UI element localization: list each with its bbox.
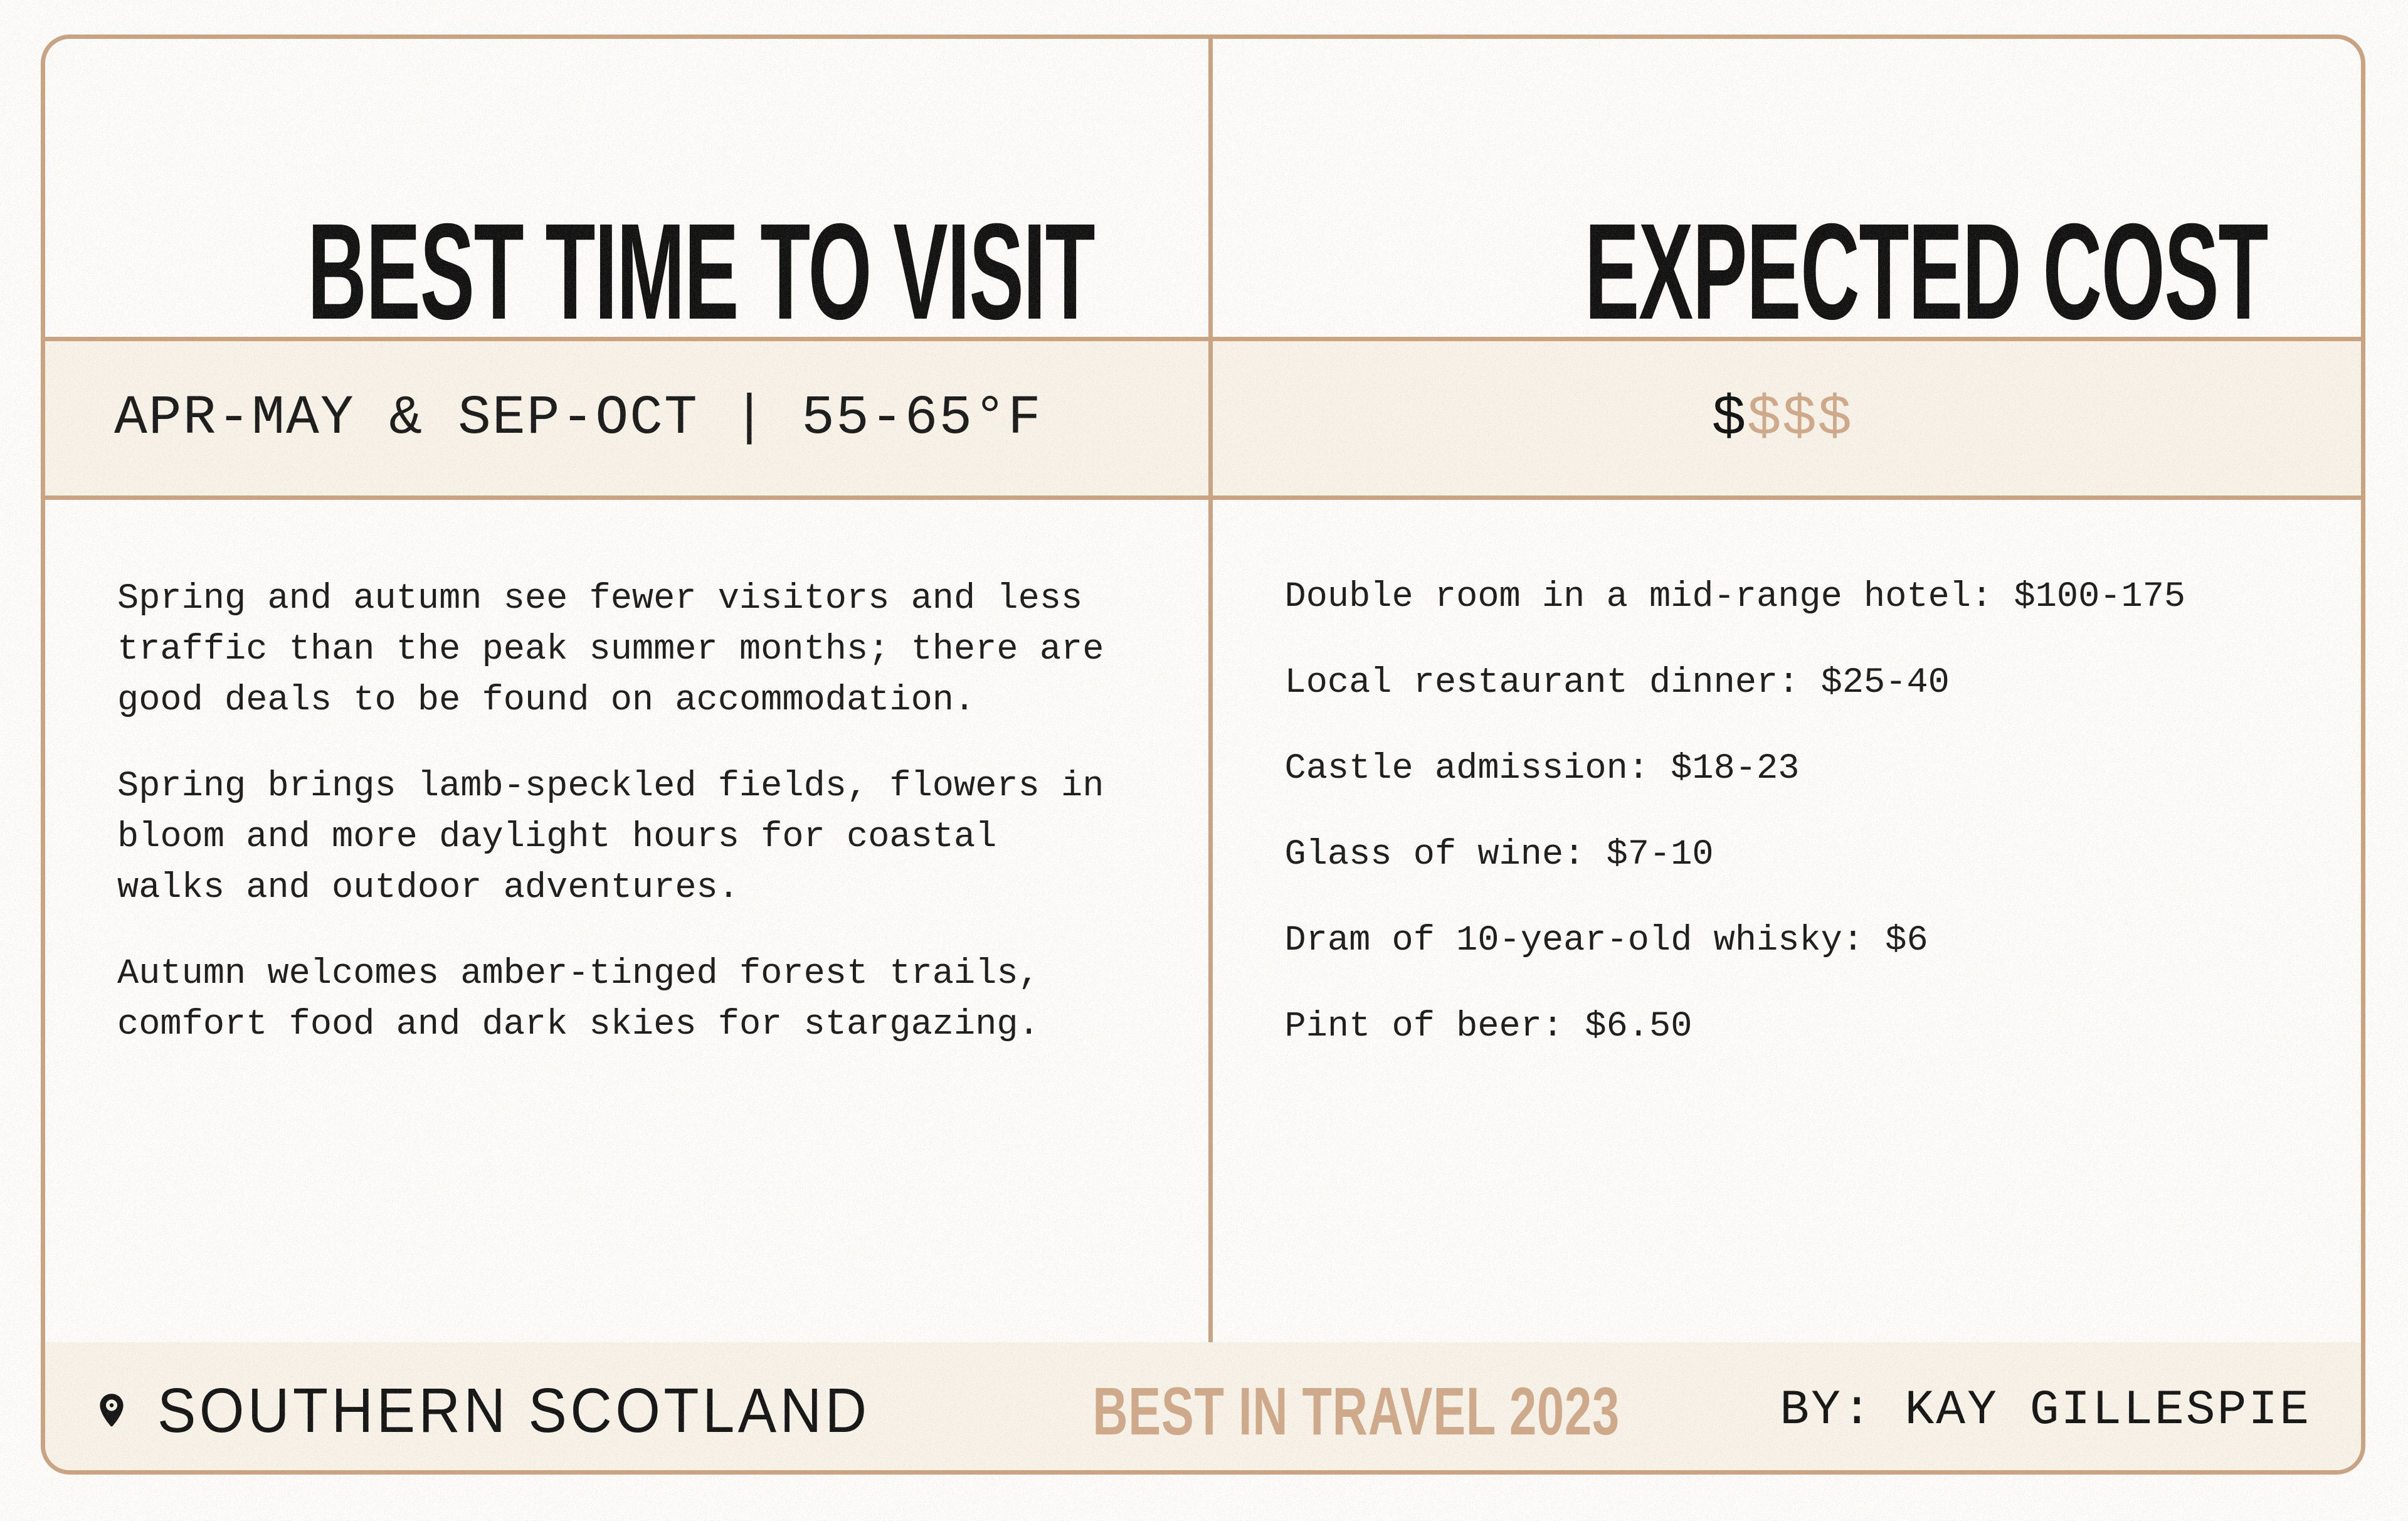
best-time-paragraph: Autumn welcomes amber-tinged forest trai… bbox=[117, 953, 1040, 1045]
cost-list-item: Dram of 10-year-old whisky: $6 bbox=[1284, 921, 1928, 962]
info-card: BEST TIME TO VISIT EXPECTED COST APR-MAY… bbox=[41, 34, 2365, 1475]
infographic-page: BEST TIME TO VISIT EXPECTED COST APR-MAY… bbox=[0, 0, 2408, 1521]
band-cell-left: APR-MAY & SEP-OCT | 55-65°F bbox=[45, 341, 1203, 496]
header-row: BEST TIME TO VISIT EXPECTED COST bbox=[45, 39, 2361, 348]
footer-bar: SOUTHERN SCOTLAND BEST IN TRAVEL 2023 BY… bbox=[45, 1347, 2361, 1470]
location-pin-icon bbox=[100, 1394, 124, 1427]
cost-level-empty: $$$ bbox=[1746, 385, 1853, 452]
footer-location-label: SOUTHERN SCOTLAND bbox=[157, 1375, 870, 1446]
footer-byline-label: BY: KAY GILLESPIE bbox=[1780, 1383, 2311, 1438]
best-time-paragraph: Spring and autumn see fewer visitors and… bbox=[117, 579, 1104, 721]
header-cell-left: BEST TIME TO VISIT bbox=[45, 39, 1357, 348]
right-column-heading: EXPECTED COST bbox=[1584, 195, 2268, 348]
left-column-heading: BEST TIME TO VISIT bbox=[307, 195, 1095, 348]
best-time-paragraph: Spring brings lamb-speckled fields, flow… bbox=[117, 766, 1104, 908]
cost-list-item: Pint of beer: $6.50 bbox=[1284, 1007, 1692, 1047]
cost-level-indicator: $$$$ bbox=[1711, 386, 1852, 452]
cost-list-item: Double room in a mid-range hotel: $100-1… bbox=[1284, 577, 2186, 617]
header-cell-right: EXPECTED COST bbox=[1357, 39, 2361, 348]
footer-byline-group: BY: KAY GILLESPIE bbox=[1780, 1383, 2361, 1438]
subtitle-band: APR-MAY & SEP-OCT | 55-65°F $$$$ bbox=[45, 341, 2361, 496]
body-cell-left: Spring and autumn see fewer visitors and… bbox=[45, 500, 1203, 1342]
footer-location-group: SOUTHERN SCOTLAND bbox=[45, 1375, 932, 1447]
body-row: Spring and autumn see fewer visitors and… bbox=[45, 500, 2361, 1342]
footer-brand-group: BEST IN TRAVEL 2023 bbox=[932, 1372, 1780, 1450]
cost-list-item: Glass of wine: $7-10 bbox=[1284, 835, 1714, 876]
brand-logo-text: BEST IN TRAVEL 2023 bbox=[1092, 1372, 1620, 1449]
rule-below-band bbox=[45, 496, 2361, 500]
body-cell-right: Double room in a mid-range hotel: $100-1… bbox=[1203, 500, 2362, 1342]
column-divider bbox=[1208, 39, 1213, 1342]
cost-level-filled: $ bbox=[1711, 385, 1747, 452]
cost-list-item: Castle admission: $18-23 bbox=[1284, 749, 1800, 790]
best-time-value: APR-MAY & SEP-OCT | 55-65°F bbox=[114, 387, 1042, 450]
rule-above-band bbox=[45, 337, 2361, 341]
cost-list-item: Local restaurant dinner: $25-40 bbox=[1284, 663, 1950, 704]
band-cell-right: $$$$ bbox=[1203, 341, 2362, 496]
